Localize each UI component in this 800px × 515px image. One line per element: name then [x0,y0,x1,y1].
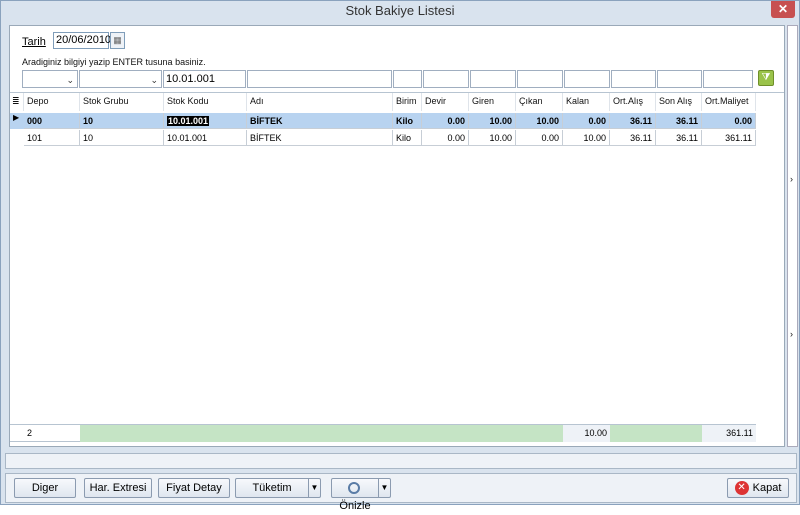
col-kalan[interactable]: Kalan [563,93,610,111]
search-hint: Aradiginiz bilgiyi yazip ENTER tusuna ba… [22,57,206,67]
col-stok-grubu[interactable]: Stok Grubu [80,93,164,111]
cell-cikan[interactable]: 0.00 [516,130,563,146]
magnifier-icon [347,482,360,495]
stok-kodu-filter[interactable]: 10.01.001 [163,70,246,88]
cell-stok-kodu[interactable]: 10.01.001 [164,113,247,129]
cell-adi[interactable]: BİFTEK [247,113,393,129]
col-ort-alis[interactable]: Ort.Alış [610,93,656,111]
cell-giren[interactable]: 10.00 [469,130,516,146]
adi-filter[interactable] [247,70,392,88]
giren-filter[interactable] [470,70,516,88]
fiyat-detay-button[interactable]: Fiyat Detay [158,478,230,498]
filter-icon[interactable]: ⧩ [758,70,774,86]
cell-stok-kodu[interactable]: 10.01.001 [164,130,247,146]
footer-fill [610,425,702,442]
row-indicator-icon: ▶ [13,113,20,122]
onizle-button[interactable]: Önizle ▼ [331,478,391,512]
kalan-filter[interactable] [564,70,610,88]
cell-stok-grubu[interactable]: 10 [80,113,164,129]
cell-ort-maliyet[interactable]: 0.00 [702,113,756,129]
cell-son-alis[interactable]: 36.11 [656,130,702,146]
col-giren[interactable]: Giren [469,93,516,111]
kalan-total: 10.00 [563,425,610,442]
son-alis-filter[interactable] [657,70,702,88]
chevron-down-icon[interactable]: ▼ [378,479,390,497]
col-devir[interactable]: Devir [422,93,469,111]
window-close-button[interactable]: ✕ [771,1,795,18]
tuketim-button[interactable]: Tüketim ▼ [235,478,321,498]
table-row[interactable]: 101 10 10.01.001 BİFTEK Kilo 0.00 10.00 … [10,130,756,146]
cell-ort-alis[interactable]: 36.11 [610,130,656,146]
title-bar: Stok Bakiye Listesi ✕ [1,1,799,23]
stock-grid: ≣ Depo Stok Grubu Stok Kodu Adı Birim De… [10,92,784,422]
date-input[interactable]: 20/06/2010 [53,32,111,49]
col-depo[interactable]: Depo [24,93,80,111]
ort-maliyet-filter[interactable] [703,70,753,88]
cell-cikan[interactable]: 10.00 [516,113,563,129]
col-ort-maliyet[interactable]: Ort.Maliyet [702,93,756,111]
devir-filter[interactable] [423,70,469,88]
ort-alis-filter[interactable] [611,70,656,88]
button-bar: Diger Har. Extresi Fiyat Detay Tüketim ▼… [5,473,797,512]
table-row[interactable]: ▶ 000 10 10.01.001 BİFTEK Kilo 0.00 10.0… [10,113,756,129]
maliyet-total: 361.11 [702,425,756,442]
status-bar [5,453,797,469]
footer-fill [80,425,563,442]
col-cikan[interactable]: Çıkan [516,93,563,111]
cell-birim[interactable]: Kilo [393,130,422,146]
app-window: Stok Bakiye Listesi ✕ Tarih 20/06/2010 ▦… [0,0,800,512]
window-title: Stok Bakiye Listesi [345,3,455,18]
cell-devir[interactable]: 0.00 [422,130,469,146]
calendar-icon[interactable]: ▦ [110,32,125,49]
chevron-right-icon[interactable]: › [790,174,793,184]
close-circle-icon: ✕ [734,481,749,496]
side-scroll-strip[interactable]: › › [787,25,798,447]
cell-depo[interactable]: 101 [24,130,80,146]
col-adi[interactable]: Adı [247,93,393,111]
col-stok-kodu[interactable]: Stok Kodu [164,93,247,111]
grid-footer: 2 10.00 361.11 [10,424,756,442]
main-panel: Tarih 20/06/2010 ▦ Aradiginiz bilgiyi ya… [9,25,785,447]
col-son-alis[interactable]: Son Alış [656,93,702,111]
cell-birim[interactable]: Kilo [393,113,422,129]
cell-devir[interactable]: 0.00 [422,113,469,129]
cell-depo[interactable]: 000 [24,113,80,129]
cell-kalan[interactable]: 0.00 [563,113,610,129]
depo-filter[interactable]: ⌄ [22,70,78,88]
har-extresi-button[interactable]: Har. Extresi [84,478,152,498]
date-label: Tarih [22,36,46,48]
grid-menu-icon[interactable]: ≣ [10,93,24,111]
cell-giren[interactable]: 10.00 [469,113,516,129]
row-count: 2 [27,428,33,438]
cell-son-alis[interactable]: 36.11 [656,113,702,129]
cell-stok-grubu[interactable]: 10 [80,130,164,146]
cell-ort-alis[interactable]: 36.11 [610,113,656,129]
chevron-down-icon[interactable]: ⌄ [150,72,158,88]
col-birim[interactable]: Birim [393,93,422,111]
birim-filter[interactable] [393,70,422,88]
cell-adi[interactable]: BİFTEK [247,130,393,146]
diger-button[interactable]: Diger [14,478,76,498]
stok-grubu-filter[interactable]: ⌄ [79,70,162,88]
chevron-right-icon[interactable]: › [790,329,793,339]
cell-kalan[interactable]: 10.00 [563,130,610,146]
kapat-button[interactable]: ✕ Kapat [727,478,789,498]
cikan-filter[interactable] [517,70,563,88]
chevron-down-icon[interactable]: ▼ [308,479,320,497]
cell-ort-maliyet[interactable]: 361.11 [702,130,756,146]
chevron-down-icon[interactable]: ⌄ [66,72,74,88]
